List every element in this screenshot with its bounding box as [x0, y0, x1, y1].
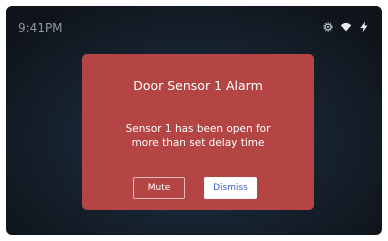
dismiss-button[interactable]: Dismiss	[204, 177, 257, 199]
wifi-icon	[340, 22, 352, 32]
status-icons	[316, 20, 370, 34]
dialog-message-line-1: Sensor 1 has been open for	[125, 123, 271, 135]
mute-button[interactable]: Mute	[133, 177, 185, 199]
dialog-message: Sensor 1 has been open for more than set…	[82, 122, 314, 150]
alarm-dialog: Door Sensor 1 Alarm Sensor 1 has been op…	[82, 54, 314, 210]
clock-time: 9:41PM	[18, 21, 63, 35]
settings-icon[interactable]	[322, 21, 334, 33]
status-bar: 9:41PM	[6, 6, 382, 44]
dialog-message-line-2: more than set delay time	[131, 137, 265, 149]
dialog-title: Door Sensor 1 Alarm	[133, 78, 263, 93]
device-screen: 9:41PM Door Sensor 1 Alarm Sensor 1 has …	[6, 6, 382, 235]
power-bolt-icon	[360, 21, 368, 33]
